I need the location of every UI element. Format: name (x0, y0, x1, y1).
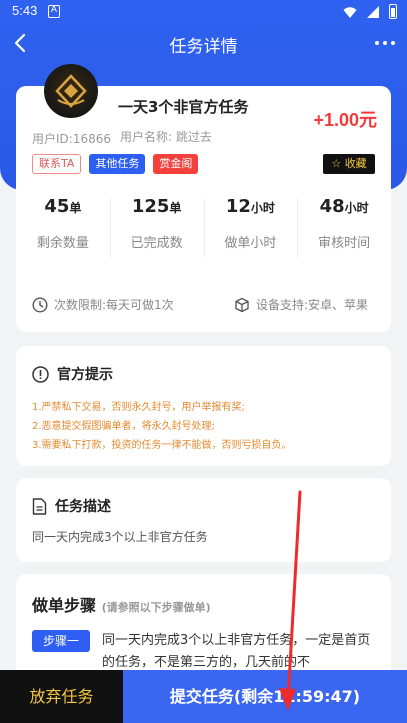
cube-icon (235, 297, 249, 312)
description-text: 同一天内完成3个以上非官方任务 (32, 530, 208, 544)
description-heading: 任务描述 (32, 496, 111, 516)
times-limit: 次数限制:每天可做1次 (32, 296, 174, 313)
more-icon[interactable] (375, 33, 397, 53)
stat-label: 已完成数 (130, 236, 183, 251)
step-badge: 步骤一 (32, 630, 90, 652)
signal-icon (367, 5, 379, 18)
wifi-icon (343, 6, 357, 18)
step-text: 同一天内完成3个以上非官方任务，一定是首页的任务，不是第三方的，几天前的不 (102, 633, 371, 670)
tip-line: 1.严禁私下交易，否则永久封号，用户举报有奖; (32, 402, 245, 413)
give-up-button[interactable]: 放弃任务 (0, 670, 123, 723)
devices-limit: 设备支持:安卓、苹果 (234, 296, 368, 313)
steps-title: 做单步骤 (请参照以下步骤做单) (32, 596, 211, 615)
star-icon: ☆ (331, 157, 342, 170)
tip-line: 2.恶意提交假图骗单者，将永久封号处理; (32, 421, 215, 432)
favorite-button[interactable]: ☆ 收藏 (323, 154, 375, 174)
stat-label: 剩余数量 (36, 236, 89, 251)
official-tip-card: 官方提示 1.严禁私下交易，否则永久封号，用户举报有奖; 2.恶意提交假图骗单者… (16, 346, 391, 466)
stat-work-hours: 12小时 做单小时 (203, 196, 298, 260)
stats-row: 45单 剩余数量 125单 已完成数 12小时 做单小时 48小时 审核时间 (16, 196, 391, 260)
contact-button[interactable]: 联系TA (32, 154, 82, 174)
submit-button[interactable]: 提交任务(剩余11:59:47) (123, 670, 407, 723)
category-tag[interactable]: 其他任务 (89, 154, 146, 174)
stat-label: 审核时间 (318, 236, 371, 251)
official-tip-lines: 1.严禁私下交易，否则永久封号，用户举报有奖; 2.恶意提交假图骗单者，将永久封… (32, 398, 292, 455)
avatar[interactable] (44, 64, 98, 118)
status-bar: 5:43 A (0, 0, 407, 24)
stat-review-time: 48小时 审核时间 (297, 196, 391, 260)
user-id: 用户ID:16866 (32, 132, 111, 146)
stat-completed: 125单 已完成数 (109, 196, 204, 260)
user-name: 用户名称: 跳过去 (120, 130, 212, 144)
stat-remaining: 45单 剩余数量 (16, 196, 110, 260)
page-title: 任务详情 (169, 37, 238, 57)
info-circle-icon (32, 365, 49, 383)
tip-line: 3.需要私下打款，投资的任务一律不能做，否则亏损自负。 (32, 440, 292, 451)
status-time: 5:43 (12, 3, 38, 18)
battery-icon (389, 4, 397, 19)
task-reward: +1.00元 (313, 110, 377, 130)
stat-label: 做单小时 (224, 236, 277, 251)
description-card: 任务描述 同一天内完成3个以上非官方任务 (16, 478, 391, 562)
bottom-action-bar: 放弃任务 提交任务(剩余11:59:47) (0, 670, 407, 723)
limits-row: 次数限制:每天可做1次 设备支持:安卓、苹果 (32, 296, 377, 313)
steps-subtitle: (请参照以下步骤做单) (101, 601, 211, 614)
nav-bar: 任务详情 (0, 24, 407, 62)
document-icon (32, 497, 47, 515)
notification-icon: A (48, 5, 60, 18)
official-tip-heading: 官方提示 (32, 364, 113, 384)
task-title: 一天3个非官方任务 (118, 98, 249, 116)
bounty-tag[interactable]: 赏金阁 (153, 154, 199, 174)
favorite-label: 收藏 (344, 157, 367, 170)
task-summary-card: 一天3个非官方任务 +1.00元 用户ID:16866 用户名称: 跳过去 联系… (16, 64, 391, 332)
status-icons (343, 4, 397, 19)
tag-list: 联系TA 其他任务 赏金阁 (32, 154, 199, 174)
clock-icon (32, 296, 48, 313)
